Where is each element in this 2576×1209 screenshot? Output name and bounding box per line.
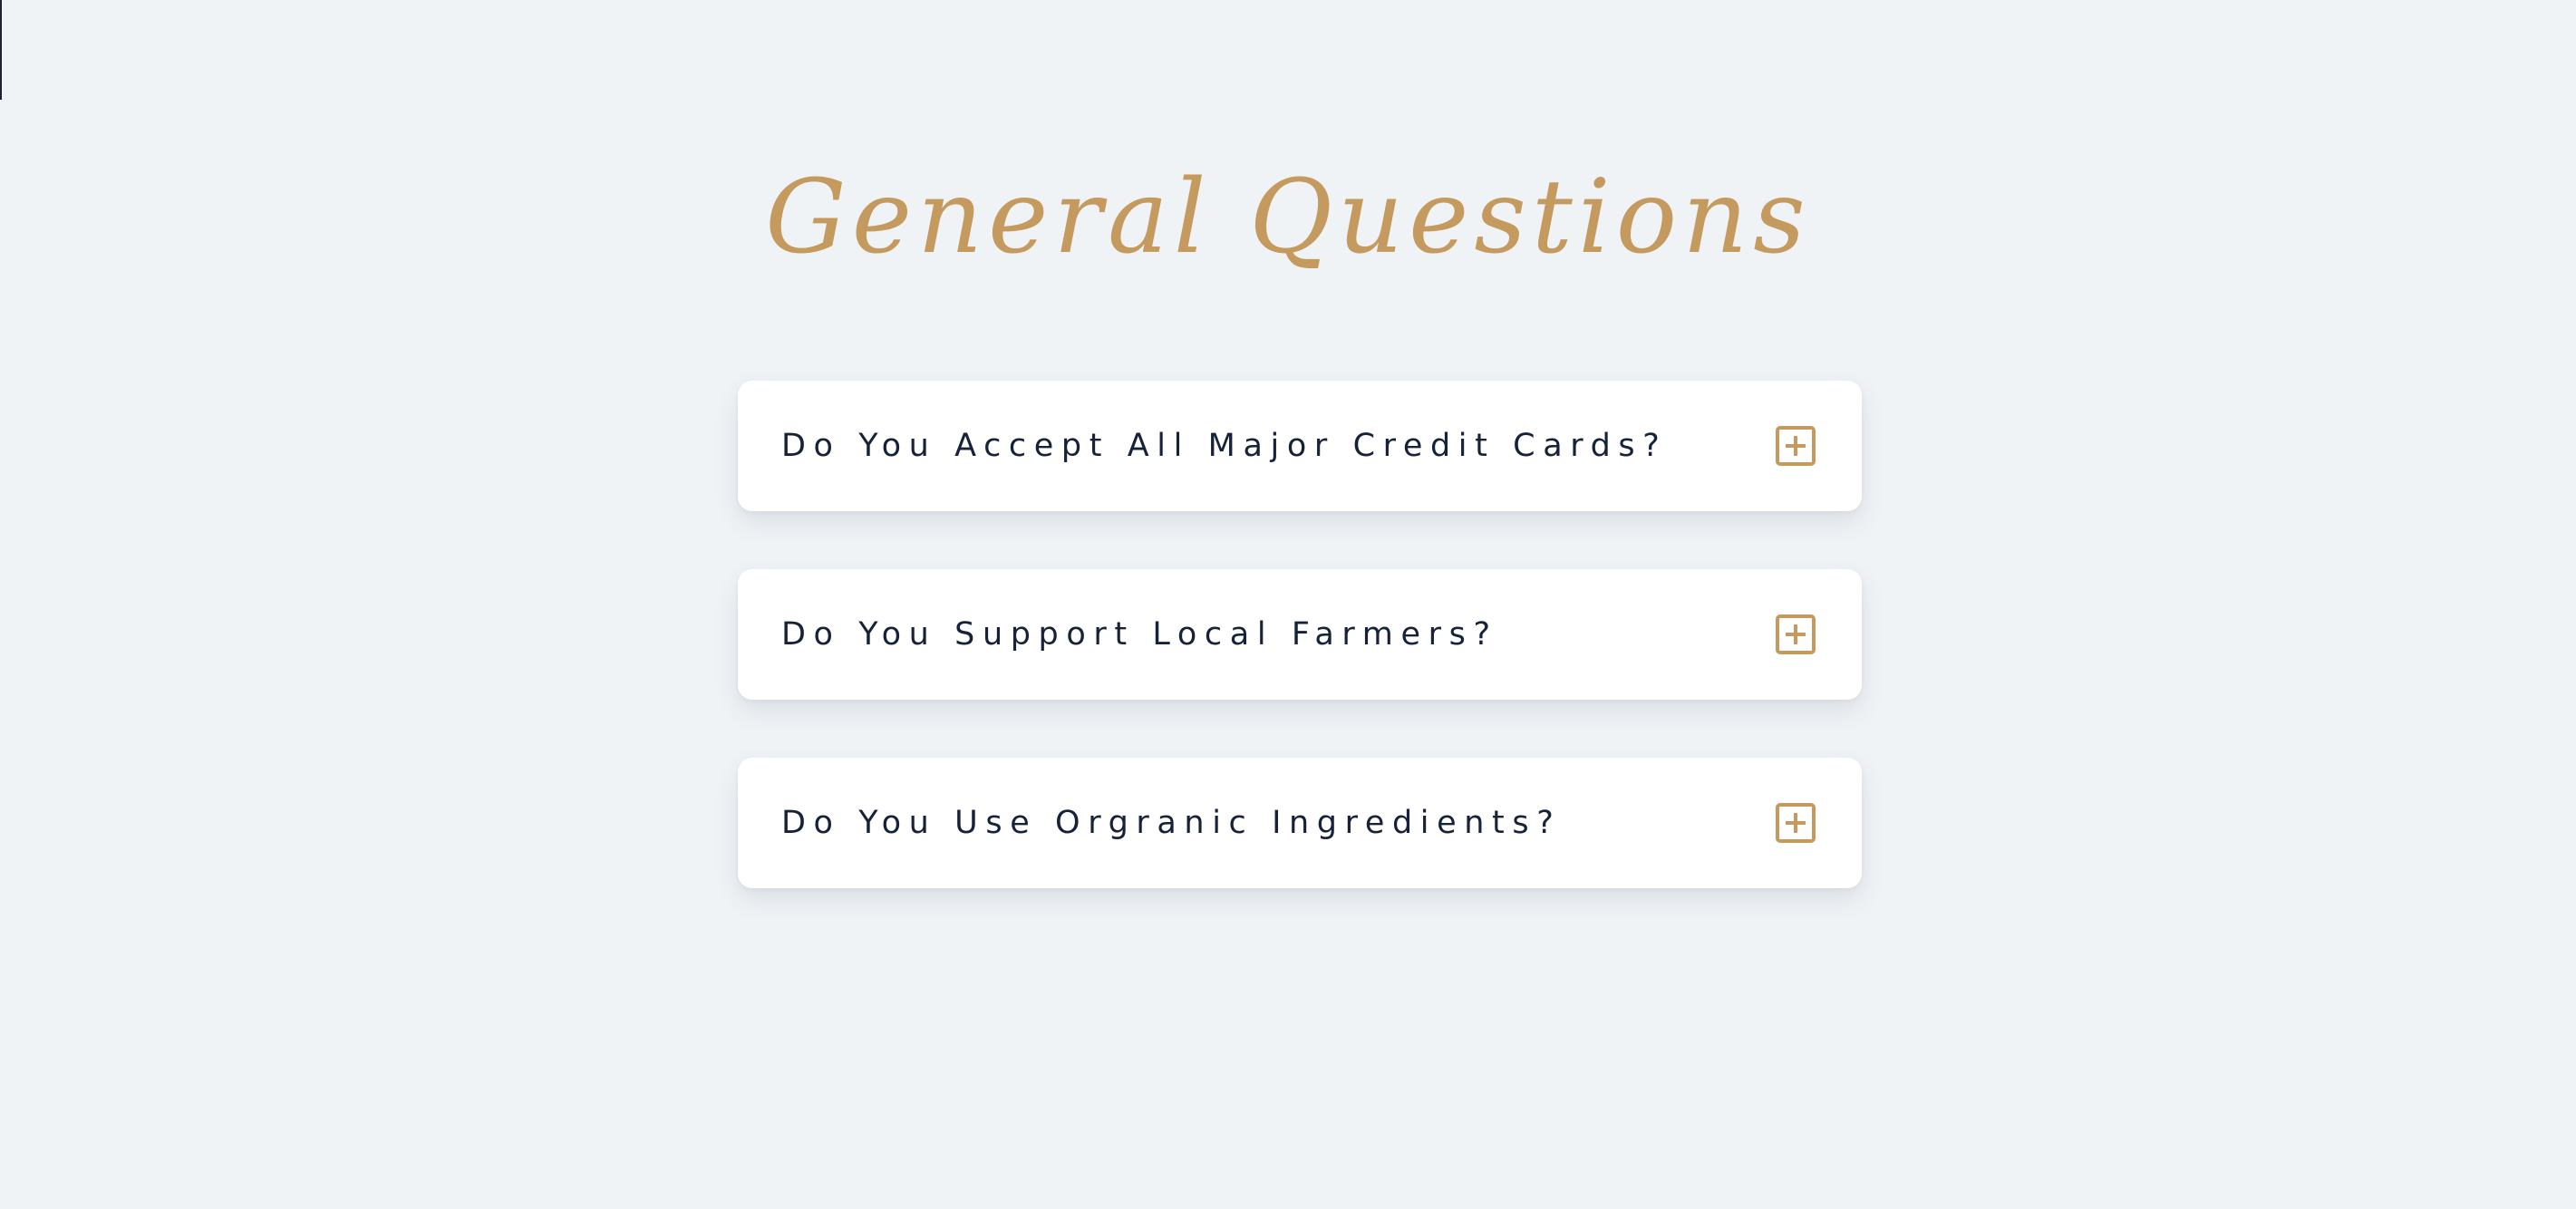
faq-item-credit-cards[interactable]: Do You Accept All Major Credit Cards? — [738, 381, 1862, 511]
faq-item-organic-ingredients[interactable]: Do You Use Orgranic Ingredients? — [738, 758, 1862, 888]
faq-item-local-farmers[interactable]: Do You Support Local Farmers? — [738, 569, 1862, 700]
plus-square-icon[interactable] — [1775, 802, 1816, 844]
faq-question: Do You Accept All Major Credit Cards? — [781, 428, 1668, 464]
faq-question: Do You Use Orgranic Ingredients? — [781, 805, 1562, 841]
page-title: General Questions — [765, 159, 1811, 276]
plus-square-icon[interactable] — [1775, 614, 1816, 655]
text-cursor — [0, 0, 2, 100]
faq-question: Do You Support Local Farmers? — [781, 616, 1498, 653]
faq-list: Do You Accept All Major Credit Cards? Do… — [738, 381, 1862, 946]
plus-square-icon[interactable] — [1775, 425, 1816, 467]
